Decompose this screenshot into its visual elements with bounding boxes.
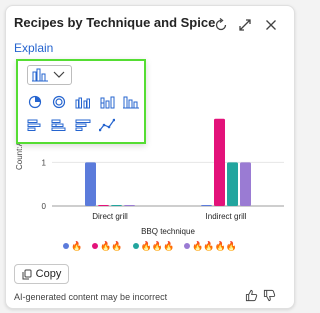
legend-dot xyxy=(62,243,69,249)
legend-item: 🔥🔥🔥 xyxy=(132,241,175,251)
close-icon[interactable] xyxy=(263,17,279,33)
x-axis-label: BBQ technique xyxy=(141,227,195,236)
chart-legend: 🔥 🔥🔥 🔥🔥🔥 🔥🔥🔥🔥 xyxy=(0,241,300,251)
expand-icon[interactable] xyxy=(237,17,253,33)
bar xyxy=(214,118,225,206)
y-tick-label: 0 xyxy=(42,202,47,211)
copy-button[interactable]: Copy xyxy=(14,264,69,284)
chart-type-popover xyxy=(16,59,146,144)
bar-100-icon[interactable] xyxy=(75,118,91,132)
stacked-column-icon[interactable] xyxy=(99,95,115,109)
y-tick-label: 1 xyxy=(42,158,47,167)
ai-disclaimer: AI-generated content may be incorrect xyxy=(14,292,168,302)
column-100-icon[interactable] xyxy=(123,95,139,109)
column-chart-icon xyxy=(32,68,48,82)
copy-icon xyxy=(22,269,32,279)
pie-chart-icon[interactable] xyxy=(27,95,43,109)
clustered-column-icon[interactable] xyxy=(75,95,91,109)
legend-item: 🔥🔥🔥🔥 xyxy=(184,241,237,251)
thumbs-down-icon[interactable] xyxy=(263,289,276,302)
x-tick-label: Indirect grill xyxy=(206,212,247,221)
bar xyxy=(227,162,238,206)
legend-label: 🔥🔥🔥 xyxy=(140,241,175,251)
bar xyxy=(240,162,251,206)
x-tick-label: Direct grill xyxy=(92,212,128,221)
bar-chart-icon[interactable] xyxy=(27,118,43,132)
bar xyxy=(98,205,109,206)
legend-dot xyxy=(184,243,191,249)
bar xyxy=(111,205,122,206)
donut-chart-icon[interactable] xyxy=(51,95,67,109)
bar xyxy=(85,162,96,206)
line-chart-icon[interactable] xyxy=(99,118,115,132)
thumbs-up-icon[interactable] xyxy=(245,289,258,302)
legend-label: 🔥🔥🔥🔥 xyxy=(192,241,238,251)
refresh-icon[interactable] xyxy=(213,17,229,33)
legend-dot xyxy=(132,243,139,249)
chart-type-dropdown[interactable] xyxy=(27,65,72,85)
legend-item: 🔥🔥 xyxy=(92,241,123,251)
stacked-bar-icon[interactable] xyxy=(51,118,67,132)
chevron-down-icon xyxy=(53,71,65,78)
card-title: Recipes by Technique and Spice xyxy=(14,15,216,30)
legend-label: 🔥🔥 xyxy=(100,241,123,251)
copy-label: Copy xyxy=(35,268,62,280)
legend-item: 🔥 xyxy=(62,241,83,251)
bar xyxy=(124,205,135,206)
legend-dot xyxy=(92,243,99,249)
legend-label: 🔥 xyxy=(70,241,83,251)
explain-link[interactable]: Explain xyxy=(14,41,53,55)
bar xyxy=(201,205,212,206)
